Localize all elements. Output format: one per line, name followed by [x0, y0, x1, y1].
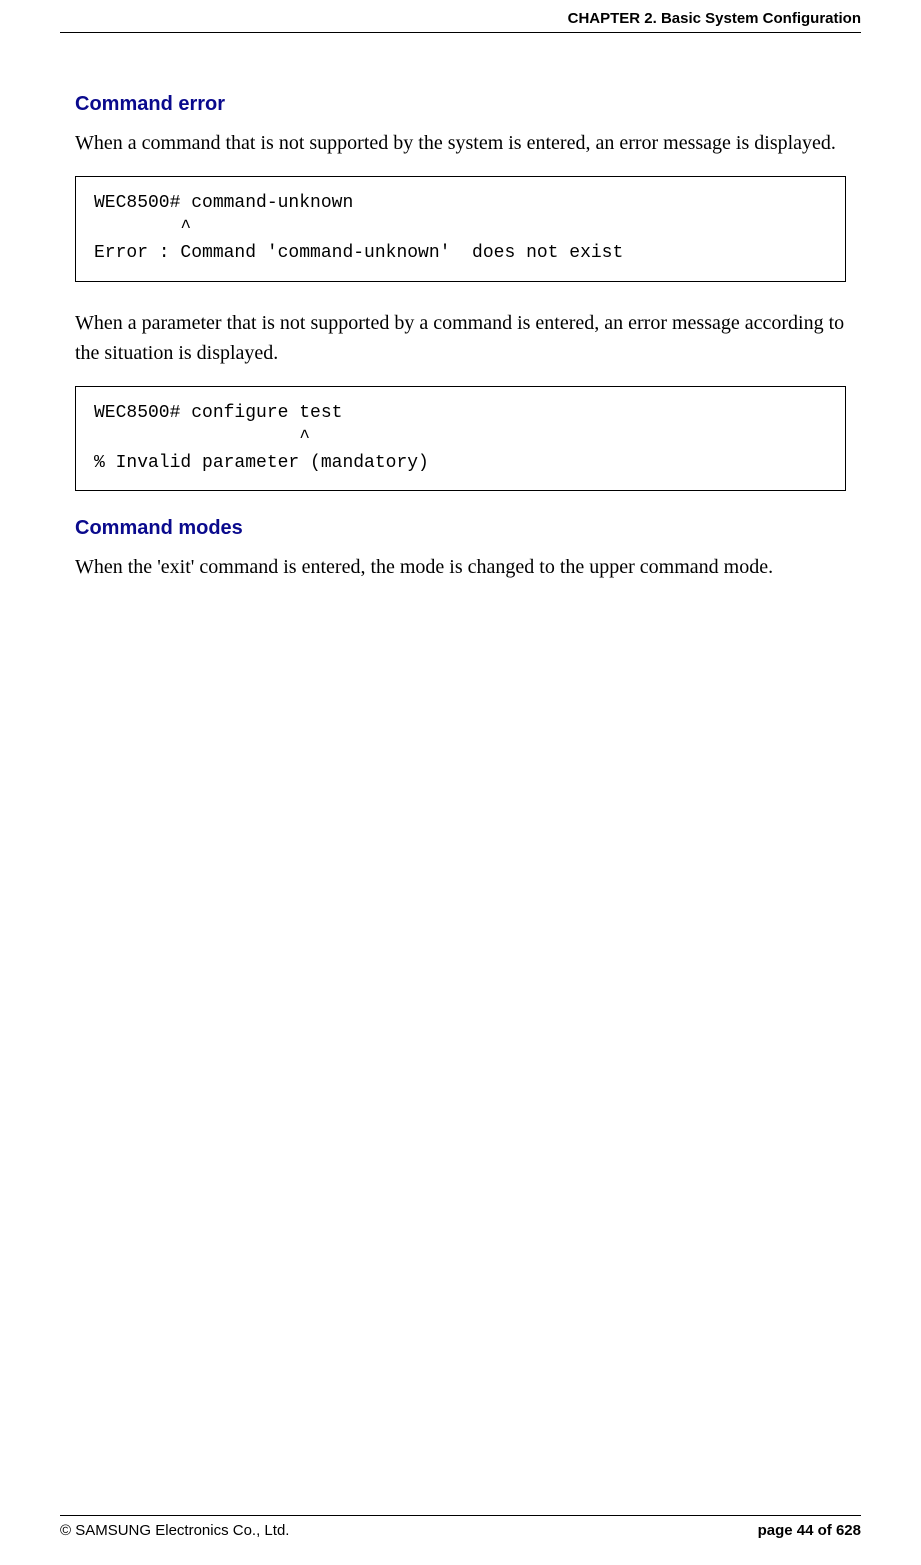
page-footer: © SAMSUNG Electronics Co., Ltd. page 44 …: [0, 1515, 921, 1539]
body-text: When the 'exit' command is entered, the …: [75, 552, 846, 582]
chapter-title: CHAPTER 2. Basic System Configuration: [568, 10, 861, 27]
page-number: page 44 of 628: [758, 1522, 861, 1539]
footer-divider: [60, 1515, 861, 1516]
body-text: When a parameter that is not supported b…: [75, 308, 846, 368]
section-heading-command-modes: Command modes: [75, 517, 846, 540]
code-block-error: WEC8500# command-unknown ^ Error : Comma…: [75, 176, 846, 282]
page-header: CHAPTER 2. Basic System Configuration: [0, 0, 921, 32]
page-container: CHAPTER 2. Basic System Configuration Co…: [0, 0, 921, 1565]
copyright-text: © SAMSUNG Electronics Co., Ltd.: [60, 1522, 289, 1539]
section-heading-command-error: Command error: [75, 93, 846, 116]
page-content: Command error When a command that is not…: [0, 33, 921, 582]
body-text: When a command that is not supported by …: [75, 128, 846, 158]
footer-row: © SAMSUNG Electronics Co., Ltd. page 44 …: [60, 1522, 861, 1539]
code-block-param: WEC8500# configure test ^ % Invalid para…: [75, 386, 846, 492]
